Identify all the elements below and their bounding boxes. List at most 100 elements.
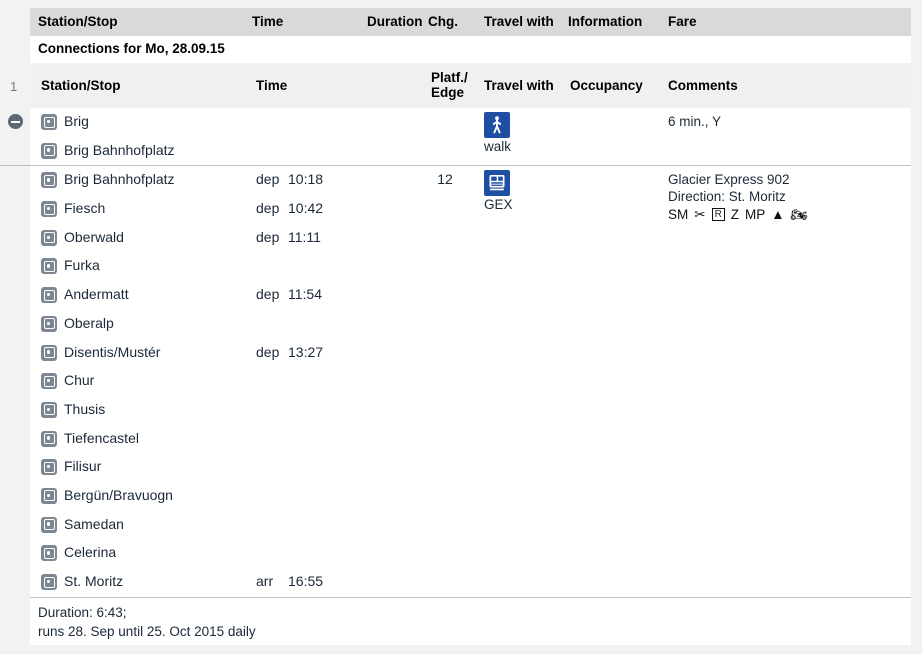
stop-row[interactable]: Furka	[0, 252, 911, 281]
station-map-icon[interactable]	[41, 430, 57, 447]
stop-row[interactable]: Samedan	[0, 511, 911, 540]
connections-date-label: Connections for Mo, 28.09.15	[38, 41, 225, 56]
stop-row[interactable]: Thusis	[0, 396, 911, 425]
connections-left-gutter	[0, 36, 30, 63]
train-direction-line: Direction: St. Moritz	[668, 189, 786, 205]
stop-platform: 12	[437, 171, 453, 188]
stop-name: Furka	[64, 257, 100, 274]
stop-name: Samedan	[64, 515, 124, 532]
stop-time-direction: dep	[256, 286, 280, 303]
stop-name: Chur	[64, 372, 95, 389]
stop-time-direction: arr	[256, 573, 274, 589]
footer-left-gutter	[0, 596, 30, 645]
stop-name: Thusis	[64, 400, 106, 417]
leg-header-occupancy: Occupancy	[570, 78, 643, 93]
station-map-icon[interactable]	[41, 142, 57, 159]
station-map-icon[interactable]	[41, 516, 57, 533]
stop-row[interactable]: Filisur	[0, 453, 911, 482]
stop-name: Brig Bahnhofplatz	[64, 141, 175, 158]
timetable-page: Station/Stop Time Duration Chg. Travel w…	[0, 0, 922, 654]
leg-footer: Duration: 6:43; runs 28. Sep until 25. O…	[0, 596, 911, 645]
bicycle-icon: 🏍	[790, 206, 808, 222]
stop-time-value: 16:55	[288, 573, 324, 589]
restaurant-icon: ✂	[694, 206, 706, 222]
walk-travel-caption: walk	[484, 139, 512, 154]
stop-name: Bergün/Bravuogn	[64, 486, 173, 503]
header-information: Information	[568, 14, 643, 29]
station-map-icon[interactable]	[41, 229, 57, 246]
leg-walk: Brig Brig Bahnhofplatz walk 6 min., Y	[0, 108, 911, 166]
symbol-z: Z	[730, 206, 740, 222]
stop-name: Disentis/Mustér	[64, 343, 161, 360]
stop-time-value: 10:42	[288, 200, 324, 217]
stop-time-direction: dep	[256, 343, 280, 360]
stop-row[interactable]: Bergün/Bravuogn	[0, 482, 911, 511]
stop-row[interactable]: Brig Bahnhofplatz	[0, 137, 911, 166]
stop-time-direction: dep	[256, 200, 280, 217]
station-map-icon[interactable]	[41, 487, 57, 504]
leg-header-time: Time	[256, 78, 288, 93]
stop-name: Andermatt	[64, 286, 129, 303]
station-map-icon[interactable]	[41, 459, 57, 476]
header-travel-with: Travel with	[484, 14, 554, 29]
stop-row[interactable]: Oberalp	[0, 310, 911, 339]
stop-row[interactable]: Andermatt dep 11:54	[0, 281, 911, 310]
connections-date-row: Connections for Mo, 28.09.15	[0, 36, 911, 63]
leg-header-platform: Platf./ Edge	[431, 70, 468, 100]
train-comments: Glacier Express 902 Direction: St. Morit…	[668, 171, 908, 223]
leg-header-station-stop: Station/Stop	[41, 78, 121, 93]
leg-header-travel-with: Travel with	[484, 78, 554, 93]
station-map-icon[interactable]	[41, 545, 57, 562]
station-map-icon[interactable]	[41, 172, 57, 189]
header-fare: Fare	[668, 14, 697, 29]
station-map-icon[interactable]	[41, 201, 57, 218]
pedestrian-icon	[484, 112, 510, 138]
train-name-line: Glacier Express 902	[668, 172, 790, 188]
reservation-icon: R	[711, 208, 725, 222]
walk-travel-with: walk	[484, 112, 544, 154]
station-map-icon[interactable]	[41, 344, 57, 361]
station-map-icon[interactable]	[41, 401, 57, 418]
connection-index: 1	[10, 79, 18, 94]
stop-time-value: 10:18	[288, 171, 324, 188]
header-station-stop: Station/Stop	[38, 14, 118, 29]
stop-row[interactable]: Oberwald dep 11:11	[0, 224, 911, 253]
stop-name: Oberalp	[64, 314, 114, 331]
panorama-icon: ▲	[771, 206, 785, 222]
stop-time-direction: dep	[256, 228, 280, 245]
footer-duration: Duration: 6:43;	[38, 604, 127, 620]
header-changes: Chg.	[428, 14, 458, 29]
header-left-gutter	[0, 8, 30, 36]
stop-row[interactable]: Celerina	[0, 539, 911, 568]
stop-row[interactable]: St. Moritz arr 16:55	[0, 568, 911, 597]
train-travel-caption: GEX	[484, 197, 513, 213]
stop-name: Fiesch	[64, 200, 106, 217]
stop-name: Tiefencastel	[64, 429, 139, 446]
station-map-icon[interactable]	[41, 114, 57, 130]
train-travel-with: GEX	[484, 170, 544, 212]
symbol-mp: MP	[745, 206, 766, 222]
header-duration: Duration	[367, 14, 423, 29]
leg-train: Brig Bahnhofplatz dep 10:18 12 Fiesch dep 10:4…	[0, 165, 911, 597]
stop-row[interactable]: Chur	[0, 367, 911, 396]
stop-time-value: 11:54	[288, 286, 322, 303]
stop-name: Brig	[64, 113, 89, 129]
leg-table-header: 1 Station/Stop Time Platf./ Edge Travel …	[0, 63, 911, 108]
station-map-icon[interactable]	[41, 258, 57, 275]
stop-row[interactable]: Tiefencastel	[0, 425, 911, 454]
station-map-icon[interactable]	[41, 574, 57, 590]
leg-header-comments: Comments	[668, 78, 738, 93]
results-table-header: Station/Stop Time Duration Chg. Travel w…	[0, 8, 911, 36]
stop-name: St. Moritz	[64, 573, 124, 589]
station-map-icon[interactable]	[41, 287, 57, 304]
stop-row[interactable]: Disentis/Mustér dep 13:27	[0, 339, 911, 368]
stop-name: Oberwald	[64, 228, 124, 245]
connection-panel: Station/Stop Time Duration Chg. Travel w…	[0, 8, 911, 645]
walk-comments: 6 min., Y	[668, 113, 908, 130]
train-icon	[484, 170, 510, 197]
train-stop-list: Brig Bahnhofplatz dep 10:18 12 Fiesch dep 10:4…	[0, 166, 911, 596]
train-symbol-row: SM ✂ R Z MP ▲ 🏍	[668, 206, 908, 223]
station-map-icon[interactable]	[41, 373, 57, 390]
stop-name: Filisur	[64, 458, 102, 475]
station-map-icon[interactable]	[41, 315, 57, 332]
